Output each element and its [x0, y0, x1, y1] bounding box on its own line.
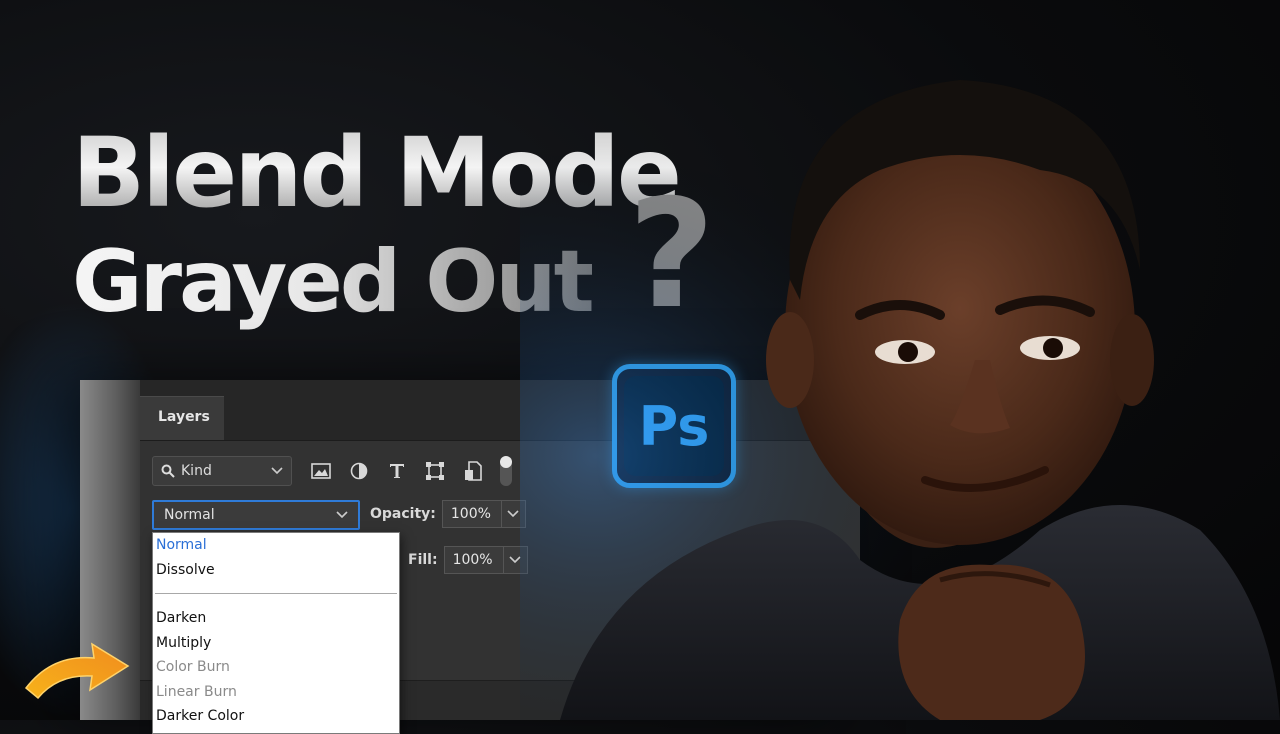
blend-option-multiply[interactable]: Multiply [153, 631, 399, 656]
opacity-input[interactable]: 100% [441, 500, 502, 528]
blend-option-dissolve[interactable]: Dissolve [153, 558, 399, 583]
chevron-down-icon [336, 511, 348, 519]
arrow-pointer-icon [24, 642, 130, 700]
fill-label: Fill: [408, 552, 438, 568]
blend-mode-select[interactable]: Normal [152, 500, 360, 530]
opacity-control: Opacity: 100% [370, 500, 526, 528]
blend-mode-value: Normal [164, 507, 215, 523]
tab-layers[interactable]: Layers [140, 396, 224, 440]
blend-option-normal[interactable]: Normal [153, 533, 399, 558]
chevron-down-icon [507, 510, 519, 518]
headline-line-2: Grayed Out [72, 232, 595, 332]
blend-option-linear-burn: Linear Burn [156, 683, 237, 700]
search-icon [161, 464, 175, 478]
presenter-photo [520, 60, 1280, 720]
filter-toggle-icon[interactable] [500, 456, 512, 486]
fill-input[interactable]: 100% [443, 546, 504, 574]
smart-object-filter-icon[interactable] [462, 460, 484, 482]
dropdown-separator [153, 582, 399, 606]
layer-filter-row: Kind [152, 454, 512, 488]
image-filter-icon[interactable] [310, 460, 332, 482]
blend-option-darker-color[interactable]: Darker Color [153, 704, 399, 729]
blend-option-darken[interactable]: Darken [153, 606, 399, 631]
blend-option-color-burn: Color Burn [156, 659, 230, 675]
chevron-down-icon [271, 467, 283, 475]
blend-mode-dropdown: Normal Dissolve Darken Multiply Color Bu… [152, 532, 400, 734]
shape-filter-icon[interactable] [424, 460, 446, 482]
kind-filter-label: Kind [181, 463, 212, 479]
fill-control: Fill: 100% [408, 546, 528, 574]
opacity-label: Opacity: [370, 506, 436, 522]
kind-filter-select[interactable]: Kind [152, 456, 292, 486]
type-filter-icon[interactable] [386, 460, 408, 482]
adjustment-filter-icon[interactable] [348, 460, 370, 482]
filter-icons [310, 456, 512, 486]
